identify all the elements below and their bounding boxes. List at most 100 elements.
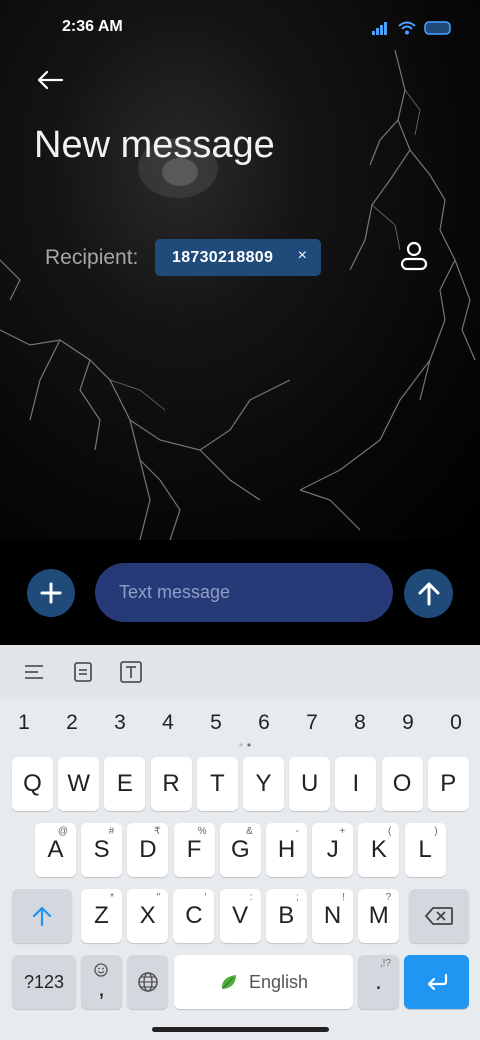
key-u[interactable]: U bbox=[289, 757, 331, 811]
status-time: 2:36 AM bbox=[62, 18, 123, 35]
key-a-label: A bbox=[47, 836, 64, 863]
key-f[interactable]: F% bbox=[173, 823, 215, 877]
key-p[interactable]: P bbox=[427, 757, 469, 811]
key-c-hint: ' bbox=[204, 892, 207, 903]
page-title: New message bbox=[34, 124, 275, 166]
key-l-hint: ) bbox=[434, 826, 438, 837]
key-d[interactable]: D ₹ bbox=[127, 823, 169, 877]
number-key-1[interactable]: 1 bbox=[4, 707, 44, 739]
key-x[interactable]: X " bbox=[127, 889, 169, 943]
key-y-label: Y bbox=[255, 770, 272, 797]
key-v-hint: : bbox=[249, 892, 253, 903]
key-x-label: X bbox=[139, 902, 156, 929]
status-bar: 2:36 AM bbox=[0, 0, 480, 56]
key-o[interactable]: O bbox=[381, 757, 423, 811]
symbols-key[interactable]: ?123 bbox=[12, 955, 76, 1009]
key-u-label: U bbox=[301, 770, 319, 797]
enter-key[interactable] bbox=[404, 955, 469, 1009]
battery-icon bbox=[424, 21, 451, 35]
key-h[interactable]: H- bbox=[266, 823, 307, 877]
number-key-7[interactable]: 7 bbox=[292, 707, 332, 739]
chip-close-icon[interactable]: × bbox=[298, 247, 307, 265]
key-n[interactable]: N! bbox=[312, 889, 353, 943]
key-l-label: L bbox=[418, 836, 432, 863]
number-key-4[interactable]: 4 bbox=[148, 707, 188, 739]
key-w[interactable]: W bbox=[58, 757, 100, 811]
recipient-chip-number: 18730218809 bbox=[172, 248, 274, 266]
key-z-label: Z bbox=[94, 902, 109, 929]
backspace-key[interactable] bbox=[409, 889, 469, 943]
key-l[interactable]: L) bbox=[404, 823, 446, 877]
home-indicator bbox=[152, 1027, 329, 1032]
page-indicator bbox=[239, 743, 251, 747]
key-k[interactable]: K( bbox=[358, 823, 400, 877]
key-m[interactable]: M? bbox=[358, 889, 400, 943]
recipient-label: Recipient: bbox=[45, 246, 139, 269]
key-g[interactable]: G & bbox=[219, 823, 261, 877]
period-key-hint: ,!? bbox=[379, 958, 391, 969]
key-x-hint: " bbox=[156, 892, 161, 903]
shift-arrow-icon bbox=[32, 906, 52, 927]
key-d-hint: ₹ bbox=[154, 826, 161, 837]
number-key-5[interactable]: 5 bbox=[196, 707, 236, 739]
space-bar[interactable]: English bbox=[174, 955, 353, 1009]
key-q[interactable]: Q bbox=[12, 757, 53, 811]
key-n-hint: ! bbox=[342, 892, 345, 903]
keyboard-toolbar bbox=[0, 645, 480, 699]
key-a[interactable]: A @ bbox=[35, 823, 76, 877]
key-g-label: G bbox=[230, 836, 250, 863]
key-w-label: W bbox=[67, 770, 91, 797]
number-key-2[interactable]: 2 bbox=[52, 707, 92, 739]
arrow-left-icon bbox=[37, 70, 64, 90]
status-icons bbox=[372, 18, 452, 38]
contact-picker-button[interactable] bbox=[396, 238, 432, 274]
key-t[interactable]: T bbox=[196, 757, 238, 811]
emoji-comma-key[interactable]: , bbox=[81, 955, 122, 1009]
key-m-label: M bbox=[368, 902, 389, 929]
number-key-0[interactable]: 0 bbox=[436, 707, 476, 739]
key-b-hint: ; bbox=[296, 892, 299, 903]
keyboard: 1234567890 Q W E R T Y U I O P A @ S # D ₹ F% G & H - J + K(L) Z… bbox=[0, 645, 480, 1040]
menu-lines-icon[interactable] bbox=[22, 660, 46, 684]
key-j-label: J bbox=[326, 836, 339, 863]
comma-label: , bbox=[98, 975, 105, 1002]
key-c-label: C bbox=[185, 902, 203, 929]
space-bar-label: English bbox=[248, 971, 309, 992]
number-key-3[interactable]: 3 bbox=[100, 707, 140, 739]
add-attachment-button[interactable] bbox=[27, 569, 75, 617]
key-z[interactable]: Z * bbox=[81, 889, 122, 943]
globe-icon bbox=[137, 972, 158, 992]
period-key[interactable]: .,!? bbox=[358, 955, 399, 1009]
key-c[interactable]: C ' bbox=[173, 889, 215, 943]
key-e-label: E bbox=[116, 770, 133, 797]
send-button[interactable] bbox=[404, 569, 453, 618]
backspace-icon bbox=[424, 907, 453, 925]
language-key[interactable] bbox=[127, 955, 168, 1009]
message-input[interactable] bbox=[95, 563, 393, 622]
recipient-chip[interactable]: 18730218809 × bbox=[155, 239, 321, 276]
shift-key[interactable] bbox=[12, 889, 72, 943]
leaf-icon bbox=[221, 975, 236, 989]
key-v[interactable]: V: bbox=[219, 889, 261, 943]
key-s[interactable]: S # bbox=[81, 823, 123, 877]
number-key-6[interactable]: 6 bbox=[244, 707, 284, 739]
key-n-label: N bbox=[323, 902, 342, 929]
number-key-9[interactable]: 9 bbox=[388, 707, 428, 739]
signal-icon bbox=[372, 22, 387, 35]
clipboard-icon[interactable] bbox=[71, 660, 95, 684]
symbols-key-label: ?123 bbox=[23, 971, 65, 992]
back-button[interactable] bbox=[30, 62, 70, 98]
key-b[interactable]: B; bbox=[265, 889, 307, 943]
key-r[interactable]: R bbox=[150, 757, 192, 811]
enter-arrow-icon bbox=[427, 973, 447, 991]
key-e[interactable]: E bbox=[104, 757, 146, 811]
text-format-icon[interactable] bbox=[119, 660, 143, 684]
key-j[interactable]: J + bbox=[312, 823, 354, 877]
key-y[interactable]: Y bbox=[243, 757, 284, 811]
key-z-hint: * bbox=[110, 892, 114, 903]
key-d-label: D bbox=[139, 836, 157, 863]
key-i-label: I bbox=[352, 770, 360, 797]
key-i[interactable]: I bbox=[335, 757, 377, 811]
number-key-8[interactable]: 8 bbox=[340, 707, 380, 739]
key-v-label: V bbox=[232, 902, 249, 929]
